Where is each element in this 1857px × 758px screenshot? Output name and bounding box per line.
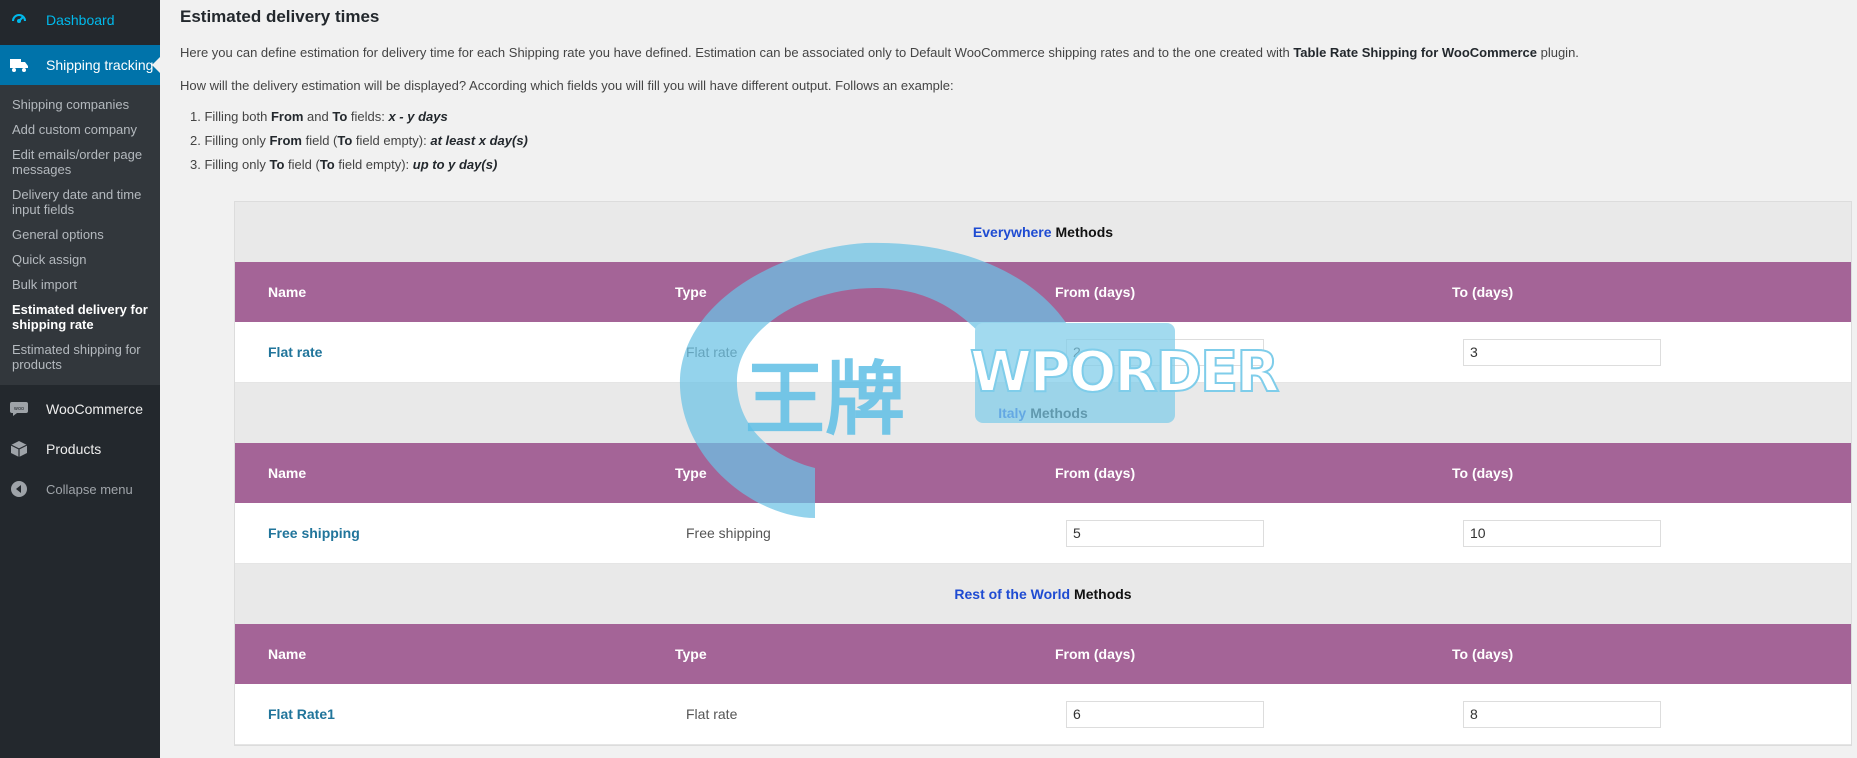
shipping-zones-table: Everywhere Methods Name Type From (days)… <box>234 201 1852 746</box>
intro-text-c: plugin. <box>1536 45 1579 60</box>
svg-text:woo: woo <box>14 406 24 412</box>
menu-shipping-tracking[interactable]: Shipping tracking <box>0 45 160 85</box>
table-header-row: Name Type From (days) To (days) <box>235 443 1851 503</box>
menu-dashboard[interactable]: Dashboard <box>0 0 160 40</box>
collapse-arrow-icon <box>10 480 28 498</box>
explanation-paragraph: How will the delivery estimation will be… <box>180 78 954 93</box>
zone-name: Rest of the World <box>954 586 1071 602</box>
submenu-quick-assign[interactable]: Quick assign <box>0 247 160 272</box>
list-keyword: To <box>269 157 285 172</box>
submenu-general-options[interactable]: General options <box>0 222 160 247</box>
list-keyword: From <box>269 133 302 148</box>
intro-paragraph: Here you can define estimation for deliv… <box>180 45 1579 60</box>
table-header-row: Name Type From (days) To (days) <box>235 262 1851 322</box>
list-text: field ( <box>301 133 338 148</box>
example-list-item: 2. Filling only From field (To field emp… <box>190 133 528 148</box>
header-name: Name <box>268 465 307 481</box>
example-list-item: 3. Filling only To field (To field empty… <box>190 157 497 172</box>
list-text: field empty): <box>352 133 431 148</box>
menu-woocommerce-label: WooCommerce <box>46 401 143 417</box>
list-number: 1. <box>190 109 201 124</box>
header-name: Name <box>268 284 307 300</box>
to-days-input[interactable] <box>1463 338 1661 366</box>
list-keyword: To <box>332 109 348 124</box>
zone-methods-label: Methods <box>1055 224 1114 240</box>
from-days-input[interactable] <box>1066 338 1264 366</box>
zone-heading: Rest of the World Methods <box>235 564 1851 624</box>
rate-name-link[interactable]: Flat rate <box>268 344 322 360</box>
table-row: Flat rate Flat rate <box>235 322 1851 383</box>
header-to: To (days) <box>1452 465 1514 481</box>
submenu-bulk-import[interactable]: Bulk import <box>0 272 160 297</box>
box-icon <box>10 440 28 458</box>
list-keyword: To <box>319 157 335 172</box>
submenu-edit-emails[interactable]: Edit emails/order page messages <box>0 142 160 182</box>
header-from: From (days) <box>1055 465 1136 481</box>
list-keyword: To <box>337 133 353 148</box>
zone-name: Italy <box>998 405 1027 421</box>
header-type: Type <box>675 465 707 481</box>
header-from: From (days) <box>1055 646 1136 662</box>
list-text: fields: <box>347 109 389 124</box>
submenu-estimated-delivery[interactable]: Estimated delivery for shipping rate <box>0 297 160 337</box>
menu-dashboard-label: Dashboard <box>46 12 115 28</box>
list-text: field empty): <box>334 157 413 172</box>
rate-name-link[interactable]: Flat Rate1 <box>268 706 335 722</box>
admin-sidebar: Dashboard Shipping tracking Shipping com… <box>0 0 160 758</box>
menu-products[interactable]: Products <box>0 429 160 469</box>
list-output: x - y days <box>388 109 448 124</box>
header-from: From (days) <box>1055 284 1136 300</box>
header-type: Type <box>675 646 707 662</box>
collapse-menu-button[interactable]: Collapse menu <box>0 469 160 509</box>
submenu-estimated-shipping-products[interactable]: Estimated shipping for products <box>0 337 160 377</box>
header-to: To (days) <box>1452 646 1514 662</box>
shipping-tracking-submenu: Shipping companies Add custom company Ed… <box>0 85 160 385</box>
zone-heading: Everywhere Methods <box>235 202 1851 262</box>
from-days-input[interactable] <box>1066 700 1264 728</box>
menu-woocommerce[interactable]: woo WooCommerce <box>0 389 160 429</box>
page-title: Estimated delivery times <box>180 7 380 26</box>
list-output: up to y day(s) <box>412 157 498 172</box>
list-number: 2. <box>190 133 201 148</box>
submenu-shipping-companies[interactable]: Shipping companies <box>0 92 160 117</box>
list-number: 3. <box>190 157 201 172</box>
example-list-item: 1. Filling both From and To fields: x - … <box>190 109 448 124</box>
menu-shipping-tracking-label: Shipping tracking <box>46 57 154 73</box>
list-text: and <box>303 109 333 124</box>
list-keyword: From <box>270 109 304 124</box>
zone-heading: Italy Methods <box>235 383 1851 443</box>
table-header-row: Name Type From (days) To (days) <box>235 624 1851 684</box>
rate-name-link[interactable]: Free shipping <box>268 525 360 541</box>
to-days-input[interactable] <box>1463 700 1661 728</box>
zone-methods-label: Methods <box>1074 586 1132 602</box>
header-to: To (days) <box>1452 284 1514 300</box>
list-text: field ( <box>284 157 320 172</box>
submenu-delivery-date-fields[interactable]: Delivery date and time input fields <box>0 182 160 222</box>
rate-type: Flat rate <box>686 344 738 360</box>
menu-products-label: Products <box>46 441 102 457</box>
header-type: Type <box>675 284 707 300</box>
table-row: Flat Rate1 Flat rate <box>235 684 1851 745</box>
list-text: Filling only <box>200 157 270 172</box>
truck-icon <box>10 56 28 74</box>
intro-plugin-name: Table Rate Shipping for WooCommerce <box>1293 45 1537 60</box>
from-days-input[interactable] <box>1066 519 1264 547</box>
dashboard-icon <box>10 11 28 29</box>
rate-type: Flat rate <box>686 706 738 722</box>
list-text: Filling both <box>200 109 271 124</box>
intro-text-a: Here you can define estimation for deliv… <box>180 45 1294 60</box>
rate-type: Free shipping <box>686 525 771 541</box>
header-name: Name <box>268 646 307 662</box>
woocommerce-icon: woo <box>10 400 28 418</box>
list-text: Filling only <box>200 133 270 148</box>
collapse-menu-label: Collapse menu <box>46 481 133 497</box>
to-days-input[interactable] <box>1463 519 1661 547</box>
list-output: at least x day(s) <box>430 133 528 148</box>
zone-methods-label: Methods <box>1030 405 1088 421</box>
submenu-add-custom-company[interactable]: Add custom company <box>0 117 160 142</box>
zone-name: Everywhere <box>972 224 1052 240</box>
table-row: Free shipping Free shipping <box>235 503 1851 564</box>
